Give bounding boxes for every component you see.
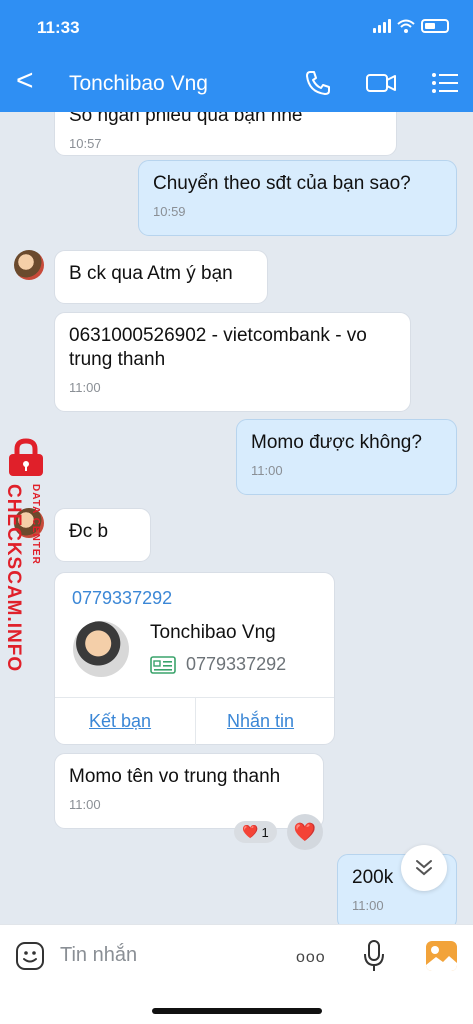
status-time: 11:33	[37, 18, 80, 37]
home-indicator	[152, 1008, 322, 1014]
back-button[interactable]: <	[16, 66, 34, 96]
video-call-icon[interactable]	[366, 68, 396, 98]
message-text: Momo tên vo trung thanh	[69, 766, 281, 787]
header-bar: 11:33 < Tonchibao Vng	[0, 0, 473, 112]
message-text: B ck qua Atm ý bạn	[69, 263, 233, 284]
chevron-double-down-icon	[416, 860, 432, 876]
message-text: 200k	[352, 867, 394, 888]
message-input[interactable]: Tin nhắn	[60, 944, 137, 967]
message-time: 11:00	[69, 380, 101, 395]
contact-id-row: 0779337292	[150, 654, 286, 675]
reaction-summary[interactable]: ❤️ 1	[234, 821, 277, 843]
contact-phone: 0779337292	[186, 654, 287, 674]
signal-icon	[373, 19, 391, 33]
message-bubble[interactable]: Momo tên vo trung thanh 11:00	[54, 753, 324, 829]
message-text: 0631000526902 - vietcombank - vo trung t…	[69, 325, 367, 370]
message-text: Momo được không?	[251, 432, 422, 453]
menu-list-icon[interactable]	[430, 68, 460, 98]
heart-icon: ❤️	[242, 824, 259, 839]
add-friend-button[interactable]: Kết bạn	[89, 711, 151, 732]
padlock-icon	[9, 438, 43, 476]
message-bubble[interactable]: Đc b	[54, 508, 151, 562]
battery-icon	[421, 19, 449, 33]
send-message-button[interactable]: Nhắn tin	[227, 711, 294, 732]
sender-avatar[interactable]	[14, 250, 44, 280]
message-text: Đc b	[69, 521, 109, 542]
image-icon	[426, 946, 457, 971]
message-bubble[interactable]: Số ngân phiếu qua bạn nhé 10:57	[54, 112, 397, 156]
watermark: CHECKSCAM.INFO DATA CENTER	[0, 438, 52, 672]
message-bubble[interactable]: B ck qua Atm ý bạn	[54, 250, 268, 304]
contact-name: Tonchibao Vng	[150, 622, 276, 643]
emoji-sticker-icon[interactable]	[15, 941, 45, 971]
scroll-to-bottom-button[interactable]	[401, 845, 447, 891]
heart-react-button[interactable]: ❤️	[287, 814, 323, 850]
contact-avatar[interactable]	[73, 621, 129, 677]
message-bubble-outgoing[interactable]: Chuyển theo sđt của bạn sao? 10:59	[138, 160, 457, 236]
message-time: 11:00	[69, 797, 101, 812]
contact-card[interactable]: 0779337292 Tonchibao Vng 0779337292 Kết …	[54, 572, 335, 746]
id-card-icon	[150, 655, 176, 674]
watermark-text: CHECKSCAM.INFO	[3, 484, 24, 673]
message-text: Số ngân phiếu qua bạn nhé	[69, 112, 303, 126]
watermark-subtext: DATA CENTER	[30, 484, 41, 565]
chat-title[interactable]: Tonchibao Vng	[69, 72, 208, 96]
reaction-count: 1	[261, 824, 269, 840]
message-list[interactable]: Số ngân phiếu qua bạn nhé 10:57 Chuyển t…	[0, 112, 473, 924]
message-bubble[interactable]: 0631000526902 - vietcombank - vo trung t…	[54, 312, 411, 412]
message-time: 11:00	[251, 463, 283, 478]
more-options-button[interactable]: ooo	[296, 949, 326, 967]
status-icons	[373, 19, 449, 33]
message-time: 10:57	[69, 136, 102, 151]
message-bubble-outgoing[interactable]: Momo được không? 11:00	[236, 419, 457, 495]
phone-call-icon[interactable]	[303, 68, 333, 98]
message-text: Chuyển theo sđt của bạn sao?	[153, 173, 411, 194]
wifi-icon	[397, 19, 415, 33]
card-divider	[195, 697, 196, 746]
message-time: 10:59	[153, 204, 186, 219]
message-time: 11:00	[352, 898, 384, 913]
contact-phone-link[interactable]: 0779337292	[72, 588, 172, 609]
microphone-icon[interactable]	[362, 939, 386, 973]
image-gallery-icon[interactable]	[426, 941, 457, 971]
